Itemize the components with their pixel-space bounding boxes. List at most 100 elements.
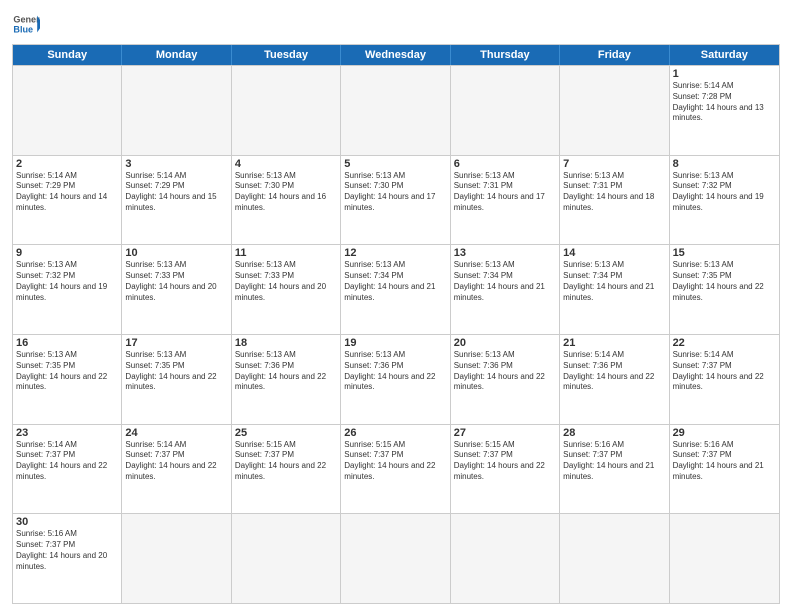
calendar-cell: 14Sunrise: 5:13 AM Sunset: 7:34 PM Dayli… [560,245,669,334]
calendar-cell [451,66,560,155]
cell-sun-info: Sunrise: 5:13 AM Sunset: 7:36 PM Dayligh… [454,350,556,393]
calendar-cell: 19Sunrise: 5:13 AM Sunset: 7:36 PM Dayli… [341,335,450,424]
calendar-cell: 8Sunrise: 5:13 AM Sunset: 7:32 PM Daylig… [670,156,779,245]
calendar-cell: 17Sunrise: 5:13 AM Sunset: 7:35 PM Dayli… [122,335,231,424]
calendar-cell: 20Sunrise: 5:13 AM Sunset: 7:36 PM Dayli… [451,335,560,424]
day-number: 27 [454,427,556,439]
day-number: 25 [235,427,337,439]
weekday-header: Sunday [13,45,122,65]
calendar-row: 16Sunrise: 5:13 AM Sunset: 7:35 PM Dayli… [13,334,779,424]
day-number: 11 [235,247,337,259]
cell-sun-info: Sunrise: 5:16 AM Sunset: 7:37 PM Dayligh… [563,440,665,483]
calendar: SundayMondayTuesdayWednesdayThursdayFrid… [12,44,780,604]
day-number: 2 [16,158,118,170]
calendar-cell [451,514,560,603]
day-number: 9 [16,247,118,259]
calendar-row: 30Sunrise: 5:16 AM Sunset: 7:37 PM Dayli… [13,513,779,603]
cell-sun-info: Sunrise: 5:13 AM Sunset: 7:34 PM Dayligh… [563,260,665,303]
cell-sun-info: Sunrise: 5:14 AM Sunset: 7:37 PM Dayligh… [16,440,118,483]
day-number: 28 [563,427,665,439]
day-number: 17 [125,337,227,349]
day-number: 15 [673,247,776,259]
cell-sun-info: Sunrise: 5:13 AM Sunset: 7:30 PM Dayligh… [235,171,337,214]
cell-sun-info: Sunrise: 5:13 AM Sunset: 7:31 PM Dayligh… [563,171,665,214]
calendar-row: 23Sunrise: 5:14 AM Sunset: 7:37 PM Dayli… [13,424,779,514]
cell-sun-info: Sunrise: 5:14 AM Sunset: 7:36 PM Dayligh… [563,350,665,393]
calendar-cell [560,66,669,155]
calendar-cell: 13Sunrise: 5:13 AM Sunset: 7:34 PM Dayli… [451,245,560,334]
day-number: 29 [673,427,776,439]
cell-sun-info: Sunrise: 5:13 AM Sunset: 7:31 PM Dayligh… [454,171,556,214]
cell-sun-info: Sunrise: 5:13 AM Sunset: 7:34 PM Dayligh… [344,260,446,303]
calendar-cell: 25Sunrise: 5:15 AM Sunset: 7:37 PM Dayli… [232,425,341,514]
calendar-cell: 27Sunrise: 5:15 AM Sunset: 7:37 PM Dayli… [451,425,560,514]
calendar-cell [13,66,122,155]
cell-sun-info: Sunrise: 5:13 AM Sunset: 7:36 PM Dayligh… [344,350,446,393]
day-number: 16 [16,337,118,349]
cell-sun-info: Sunrise: 5:15 AM Sunset: 7:37 PM Dayligh… [235,440,337,483]
cell-sun-info: Sunrise: 5:15 AM Sunset: 7:37 PM Dayligh… [344,440,446,483]
cell-sun-info: Sunrise: 5:13 AM Sunset: 7:30 PM Dayligh… [344,171,446,214]
cell-sun-info: Sunrise: 5:13 AM Sunset: 7:33 PM Dayligh… [235,260,337,303]
calendar-cell: 26Sunrise: 5:15 AM Sunset: 7:37 PM Dayli… [341,425,450,514]
calendar-row: 9Sunrise: 5:13 AM Sunset: 7:32 PM Daylig… [13,244,779,334]
cell-sun-info: Sunrise: 5:13 AM Sunset: 7:32 PM Dayligh… [16,260,118,303]
day-number: 22 [673,337,776,349]
weekday-header: Thursday [451,45,560,65]
cell-sun-info: Sunrise: 5:16 AM Sunset: 7:37 PM Dayligh… [673,440,776,483]
day-number: 6 [454,158,556,170]
calendar-cell: 9Sunrise: 5:13 AM Sunset: 7:32 PM Daylig… [13,245,122,334]
svg-text:Blue: Blue [13,24,33,34]
weekday-header: Monday [122,45,231,65]
calendar-cell: 3Sunrise: 5:14 AM Sunset: 7:29 PM Daylig… [122,156,231,245]
cell-sun-info: Sunrise: 5:14 AM Sunset: 7:29 PM Dayligh… [16,171,118,214]
cell-sun-info: Sunrise: 5:16 AM Sunset: 7:37 PM Dayligh… [16,529,118,572]
day-number: 3 [125,158,227,170]
cell-sun-info: Sunrise: 5:13 AM Sunset: 7:35 PM Dayligh… [125,350,227,393]
day-number: 12 [344,247,446,259]
cell-sun-info: Sunrise: 5:13 AM Sunset: 7:36 PM Dayligh… [235,350,337,393]
calendar-cell: 11Sunrise: 5:13 AM Sunset: 7:33 PM Dayli… [232,245,341,334]
calendar-cell: 2Sunrise: 5:14 AM Sunset: 7:29 PM Daylig… [13,156,122,245]
calendar-cell [341,66,450,155]
calendar-cell: 4Sunrise: 5:13 AM Sunset: 7:30 PM Daylig… [232,156,341,245]
page: General Blue SundayMondayTuesdayWednesda… [0,0,792,612]
day-number: 23 [16,427,118,439]
calendar-cell [341,514,450,603]
cell-sun-info: Sunrise: 5:13 AM Sunset: 7:34 PM Dayligh… [454,260,556,303]
calendar-cell: 18Sunrise: 5:13 AM Sunset: 7:36 PM Dayli… [232,335,341,424]
day-number: 4 [235,158,337,170]
calendar-cell: 29Sunrise: 5:16 AM Sunset: 7:37 PM Dayli… [670,425,779,514]
calendar-cell: 21Sunrise: 5:14 AM Sunset: 7:36 PM Dayli… [560,335,669,424]
day-number: 20 [454,337,556,349]
day-number: 21 [563,337,665,349]
calendar-cell: 6Sunrise: 5:13 AM Sunset: 7:31 PM Daylig… [451,156,560,245]
day-number: 13 [454,247,556,259]
calendar-cell: 30Sunrise: 5:16 AM Sunset: 7:37 PM Dayli… [13,514,122,603]
calendar-cell [560,514,669,603]
weekday-header: Saturday [670,45,779,65]
day-number: 30 [16,516,118,528]
calendar-row: 1Sunrise: 5:14 AM Sunset: 7:28 PM Daylig… [13,65,779,155]
calendar-cell: 1Sunrise: 5:14 AM Sunset: 7:28 PM Daylig… [670,66,779,155]
calendar-header: SundayMondayTuesdayWednesdayThursdayFrid… [13,45,779,65]
calendar-cell: 7Sunrise: 5:13 AM Sunset: 7:31 PM Daylig… [560,156,669,245]
weekday-header: Friday [560,45,669,65]
calendar-cell [232,66,341,155]
calendar-cell: 12Sunrise: 5:13 AM Sunset: 7:34 PM Dayli… [341,245,450,334]
logo-icon: General Blue [12,10,40,38]
weekday-header: Wednesday [341,45,450,65]
calendar-cell [122,66,231,155]
logo: General Blue [12,10,40,38]
day-number: 26 [344,427,446,439]
calendar-cell: 5Sunrise: 5:13 AM Sunset: 7:30 PM Daylig… [341,156,450,245]
cell-sun-info: Sunrise: 5:14 AM Sunset: 7:29 PM Dayligh… [125,171,227,214]
day-number: 18 [235,337,337,349]
calendar-cell: 10Sunrise: 5:13 AM Sunset: 7:33 PM Dayli… [122,245,231,334]
calendar-body: 1Sunrise: 5:14 AM Sunset: 7:28 PM Daylig… [13,65,779,603]
calendar-cell: 28Sunrise: 5:16 AM Sunset: 7:37 PM Dayli… [560,425,669,514]
cell-sun-info: Sunrise: 5:13 AM Sunset: 7:35 PM Dayligh… [16,350,118,393]
day-number: 10 [125,247,227,259]
calendar-cell [122,514,231,603]
day-number: 7 [563,158,665,170]
